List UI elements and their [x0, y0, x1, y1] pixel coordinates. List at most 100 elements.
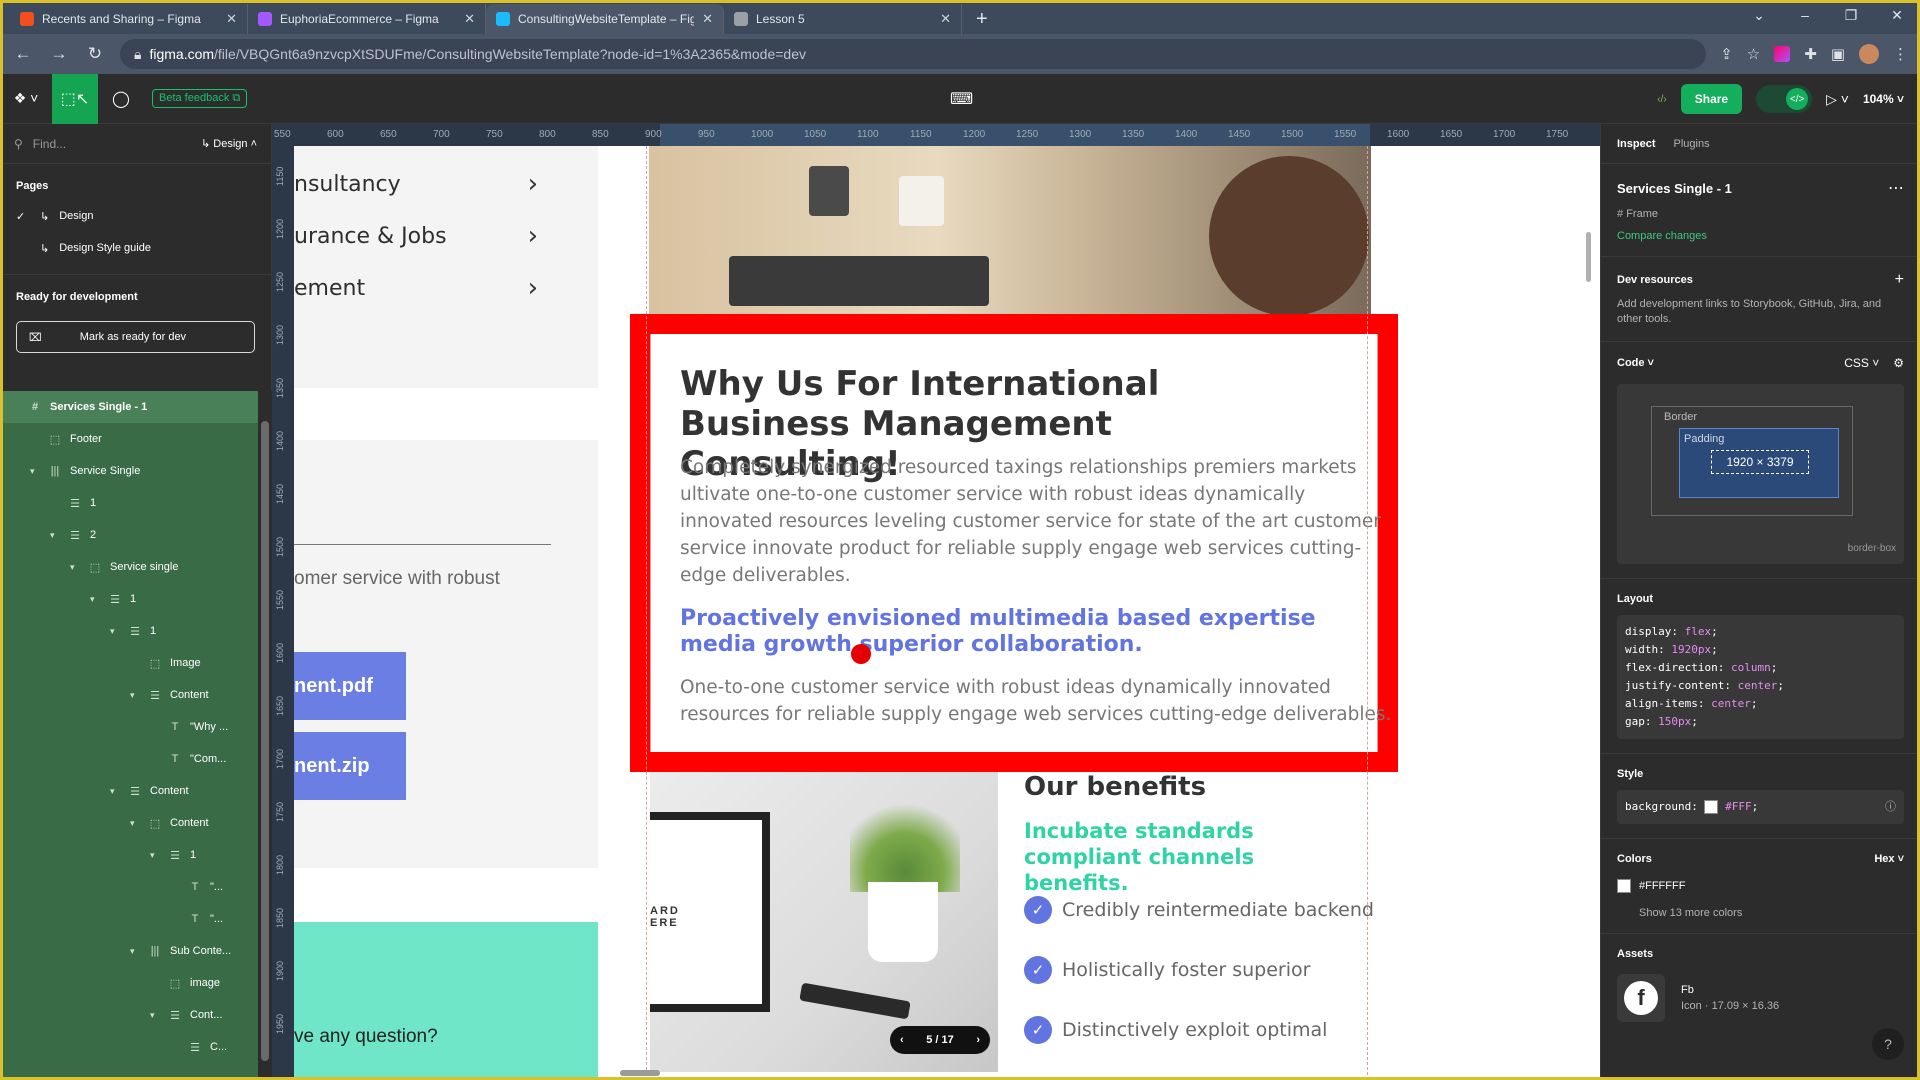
- browser-tab[interactable]: Recents and Sharing – Figma ✕: [10, 4, 248, 34]
- more-options-icon[interactable]: ⋯: [1888, 178, 1904, 198]
- code-heading[interactable]: Code ˅: [1617, 357, 1654, 369]
- layer-caret-icon[interactable]: ▾: [110, 626, 120, 637]
- show-more-colors[interactable]: Show 13 more colors: [1617, 907, 1904, 919]
- bookmark-star-icon[interactable]: ☆: [1747, 45, 1760, 63]
- mark-ready-button[interactable]: ⌧ Mark as ready for dev: [16, 321, 255, 353]
- layer-item[interactable]: # Services Single - 1: [0, 391, 258, 423]
- code-language-select[interactable]: CSS ˅: [1844, 356, 1879, 370]
- present-button[interactable]: ▷ ˅: [1826, 91, 1849, 108]
- color-format-select[interactable]: Hex ˅: [1874, 853, 1904, 865]
- slider-next-icon[interactable]: ›: [976, 1034, 980, 1046]
- color-row[interactable]: #FFFFFF: [1617, 879, 1904, 893]
- reload-button[interactable]: ↻: [84, 44, 106, 64]
- layout-css-block[interactable]: display: flex; width: 1920px; flex-directi…: [1617, 615, 1904, 739]
- browser-menu-icon[interactable]: ⋮: [1893, 45, 1908, 63]
- minimize-button[interactable]: –: [1782, 0, 1828, 30]
- layer-item[interactable]: ▾ ☰ 1: [0, 839, 258, 871]
- sidebar-toggle-icon[interactable]: ▣: [1831, 45, 1845, 63]
- layer-item[interactable]: ▾ ☰ 2: [0, 519, 258, 551]
- close-window-button[interactable]: ✕: [1874, 0, 1920, 30]
- canvas-h-scrollbar[interactable]: [620, 1070, 660, 1076]
- style-css-block[interactable]: background: #FFF; ⓘ: [1617, 790, 1904, 824]
- search-input[interactable]: Find...: [33, 137, 66, 151]
- zoom-level[interactable]: 104% ˅: [1863, 92, 1904, 106]
- page-item-style-guide[interactable]: ↳ Design Style guide: [0, 232, 271, 264]
- layer-caret-icon[interactable]: ▾: [50, 530, 60, 541]
- layer-item[interactable]: ☰ 1: [0, 487, 258, 519]
- select-tool-button[interactable]: ⬚↖: [52, 73, 98, 124]
- url-field[interactable]: 🔒︎ figma.com/file/VBQGnt6a9nzvcpXtSDUFme…: [120, 39, 1707, 69]
- chevron-right-icon: ›: [527, 169, 538, 199]
- dev-mode-toggle[interactable]: </>: [1756, 85, 1813, 113]
- comment-tool-button[interactable]: ◯: [98, 74, 144, 124]
- beta-feedback-link[interactable]: Beta feedback ⧉: [152, 89, 248, 108]
- help-button[interactable]: ?: [1872, 1028, 1904, 1060]
- layer-item[interactable]: T "...: [0, 871, 258, 903]
- close-tab-icon[interactable]: ✕: [464, 11, 475, 27]
- browser-tab[interactable]: Lesson 5 ✕: [724, 4, 962, 34]
- layer-item[interactable]: ⬚ Image: [0, 647, 258, 679]
- layer-item[interactable]: ▾ ||| Sub Conte...: [0, 935, 258, 967]
- layer-item[interactable]: ▾ ☰ 1: [0, 583, 258, 615]
- layer-caret-icon[interactable]: ▾: [130, 690, 140, 701]
- share-page-icon[interactable]: ⇪: [1720, 45, 1733, 63]
- layer-item[interactable]: ☰ C...: [0, 1031, 258, 1063]
- multiplayer-icon: ‹/›: [1657, 93, 1667, 105]
- info-icon[interactable]: ⓘ: [1885, 798, 1896, 816]
- layer-caret-icon[interactable]: ▾: [130, 946, 140, 957]
- code-settings-icon[interactable]: ⚙︎: [1893, 356, 1904, 370]
- layer-item[interactable]: ▾ ⬚ Service single: [0, 551, 258, 583]
- slider-prev-icon[interactable]: ‹: [900, 1034, 904, 1046]
- download-pdf-button[interactable]: nent.pdf: [294, 652, 406, 720]
- layer-item[interactable]: ▾ ☰ Cont...: [0, 999, 258, 1031]
- restore-button[interactable]: ❐: [1828, 0, 1874, 30]
- layer-caret-icon[interactable]: ▾: [130, 818, 140, 829]
- profile-avatar[interactable]: [1859, 44, 1879, 64]
- layer-item[interactable]: T "Com...: [0, 743, 258, 775]
- new-tab-button[interactable]: +: [962, 4, 1002, 34]
- layer-item[interactable]: ▾ ⬚ Content: [0, 807, 258, 839]
- close-tab-icon[interactable]: ✕: [226, 11, 237, 27]
- layer-caret-icon[interactable]: ▾: [150, 850, 160, 861]
- puzzle-icon[interactable]: ✚: [1804, 45, 1817, 63]
- layers-scrollbar[interactable]: [258, 391, 272, 1080]
- layer-type-icon: ☰: [130, 625, 140, 638]
- tab-inspect[interactable]: Inspect: [1617, 138, 1656, 150]
- main-menu-button[interactable]: ❖ ˅: [0, 74, 52, 124]
- tab-plugins[interactable]: Plugins: [1674, 138, 1710, 150]
- browser-tab[interactable]: EuphoriaEcommerce – Figma ✕: [248, 4, 486, 34]
- browser-tab[interactable]: ConsultingWebsiteTemplate – Fig ✕: [486, 4, 724, 34]
- asset-item[interactable]: f Fb Icon · 17.09 × 16.36: [1617, 974, 1904, 1022]
- add-icon[interactable]: +: [1895, 271, 1904, 289]
- extension-color-icon[interactable]: [1774, 46, 1791, 62]
- service-row[interactable]: ement ›: [294, 256, 598, 320]
- page-item-design[interactable]: ✓ ↳ Design: [0, 200, 271, 232]
- benefit-item: ✓ Credibly reintermediate backend: [1024, 896, 1374, 924]
- tab-search-icon[interactable]: ⌄: [1736, 0, 1782, 30]
- close-tab-icon[interactable]: ✕: [702, 11, 713, 27]
- layer-caret-icon[interactable]: ▾: [30, 466, 40, 477]
- back-button[interactable]: ←: [12, 44, 34, 64]
- layer-caret-icon[interactable]: ▾: [150, 1010, 160, 1021]
- layer-item[interactable]: ▾ ☰ Content: [0, 775, 258, 807]
- layer-caret-icon[interactable]: ▾: [110, 786, 120, 797]
- download-zip-button[interactable]: nent.zip: [294, 732, 406, 800]
- layer-item[interactable]: ⬚ Footer: [0, 423, 258, 455]
- layer-item[interactable]: ▾ ||| Service Single: [0, 455, 258, 487]
- layer-item[interactable]: ▾ ☰ Content: [0, 679, 258, 711]
- layer-item[interactable]: ⬚ image: [0, 967, 258, 999]
- share-button[interactable]: Share: [1680, 84, 1743, 114]
- layer-item[interactable]: T "Why ...: [0, 711, 258, 743]
- canvas-v-scrollbar[interactable]: [1586, 232, 1591, 282]
- layer-search[interactable]: ⚲ Find... ↳ Design ˄: [0, 124, 271, 164]
- ruler-tick-label: 1150: [910, 129, 932, 140]
- close-tab-icon[interactable]: ✕: [940, 11, 951, 27]
- page-selector[interactable]: ↳ Design ˄: [201, 137, 257, 150]
- design-canvas[interactable]: nsultancy › urance & Jobs › ement › omer se…: [294, 146, 1600, 1080]
- compare-changes-link[interactable]: Compare changes: [1617, 230, 1904, 242]
- layer-item[interactable]: T "...: [0, 903, 258, 935]
- layer-item[interactable]: ▾ ☰ 1: [0, 615, 258, 647]
- layer-caret-icon[interactable]: ▾: [90, 594, 100, 605]
- forward-button[interactable]: →: [48, 44, 70, 64]
- layer-caret-icon[interactable]: ▾: [70, 562, 80, 573]
